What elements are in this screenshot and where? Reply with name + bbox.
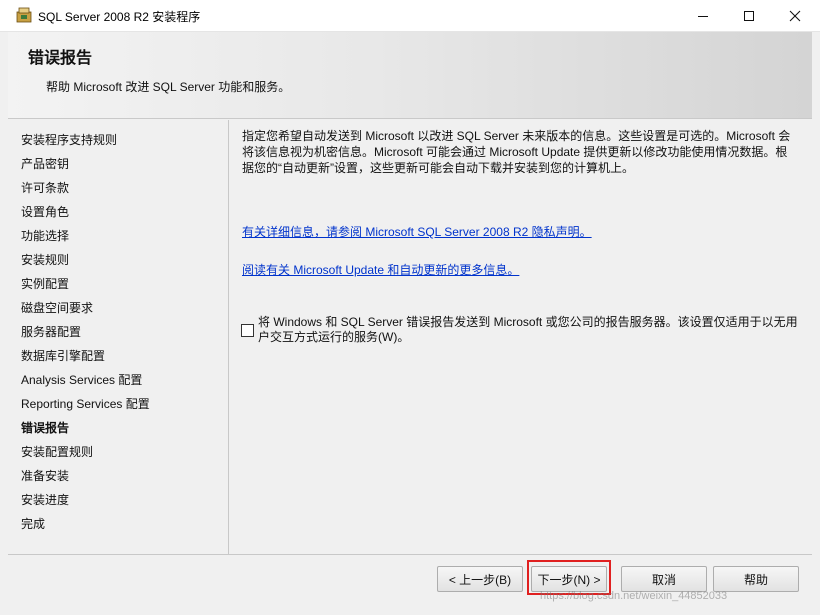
maximize-icon bbox=[744, 10, 754, 21]
title-bar: SQL Server 2008 R2 安装程序 bbox=[0, 0, 820, 32]
nav-item-installation-progress: 安装进度 bbox=[21, 493, 70, 507]
close-button[interactable] bbox=[772, 0, 818, 31]
page-title: 错误报告 bbox=[28, 50, 93, 67]
minimize-icon bbox=[698, 15, 708, 17]
nav-item-error-reporting: 错误报告 bbox=[21, 421, 70, 435]
minimize-button[interactable] bbox=[680, 0, 726, 31]
nav-item-installation-rules: 安装规则 bbox=[21, 253, 70, 267]
window-title: SQL Server 2008 R2 安装程序 bbox=[38, 10, 201, 24]
help-button[interactable]: 帮助 bbox=[713, 566, 799, 592]
footer-divider bbox=[8, 554, 812, 555]
nav-item-instance-configuration: 实例配置 bbox=[21, 277, 70, 291]
cancel-button[interactable]: 取消 bbox=[621, 566, 707, 592]
nav-item-reporting-services-configuration: Reporting Services 配置 bbox=[21, 397, 150, 411]
nav-item-feature-selection: 功能选择 bbox=[21, 229, 70, 243]
nav-item-product-key: 产品密钥 bbox=[21, 157, 70, 171]
page-header: 错误报告 帮助 Microsoft 改进 SQL Server 功能和服务。 bbox=[8, 32, 812, 119]
maximize-button[interactable] bbox=[726, 0, 772, 31]
error-reporting-checkbox[interactable] bbox=[241, 324, 254, 337]
microsoft-update-link[interactable]: 阅读有关 Microsoft Update 和自动更新的更多信息。 bbox=[242, 261, 519, 278]
nav-item-database-engine-configuration: 数据库引擎配置 bbox=[21, 349, 106, 363]
nav-item-ready-to-install: 准备安装 bbox=[21, 469, 70, 483]
nav-item-setup-support-rules: 安装程序支持规则 bbox=[21, 133, 118, 147]
nav-item-setup-role: 设置角色 bbox=[21, 205, 70, 219]
sql-server-setup-icon bbox=[16, 7, 32, 23]
privacy-statement-link[interactable]: 有关详细信息，请参阅 Microsoft SQL Server 2008 R2 … bbox=[242, 223, 592, 240]
close-icon bbox=[789, 10, 801, 21]
back-button[interactable]: < 上一步(B) bbox=[437, 566, 523, 592]
setup-steps-nav: 安装程序支持规则 产品密钥 许可条款 设置角色 功能选择 安装规则 实例配置 磁… bbox=[8, 120, 229, 554]
description-text: 指定您希望自动发送到 Microsoft 以改进 SQL Server 未来版本… bbox=[242, 129, 791, 175]
nav-item-complete: 完成 bbox=[21, 517, 46, 531]
nav-item-installation-configuration-rules: 安装配置规则 bbox=[21, 445, 94, 459]
nav-item-license-terms: 许可条款 bbox=[21, 181, 70, 195]
main-content: 指定您希望自动发送到 Microsoft 以改进 SQL Server 未来版本… bbox=[229, 120, 812, 554]
nav-item-server-configuration: 服务器配置 bbox=[21, 325, 82, 339]
nav-item-disk-space: 磁盘空间要求 bbox=[21, 301, 94, 315]
error-reporting-checkbox-label[interactable]: 将 Windows 和 SQL Server 错误报告发送到 Microsoft… bbox=[258, 315, 798, 345]
nav-item-analysis-services-configuration: Analysis Services 配置 bbox=[21, 373, 143, 387]
page-subtitle: 帮助 Microsoft 改进 SQL Server 功能和服务。 bbox=[46, 80, 291, 94]
watermark-text: https://blog.csdn.net/weixin_44852033 bbox=[540, 590, 728, 602]
